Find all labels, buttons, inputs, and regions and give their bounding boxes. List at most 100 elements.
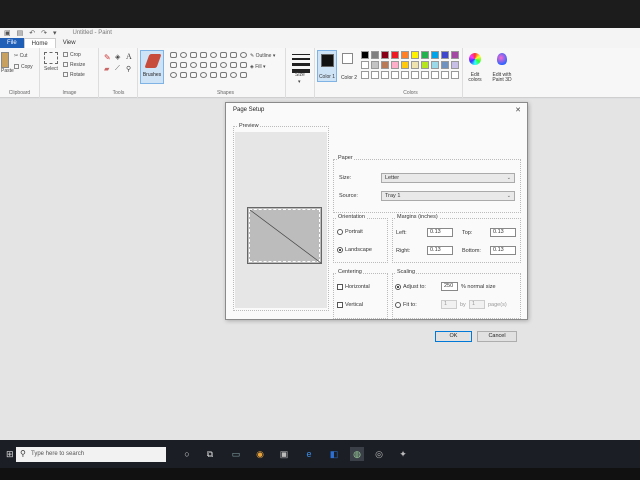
fit-width-input[interactable]: 1	[441, 300, 457, 309]
chevron-down-icon: ⌄	[506, 175, 511, 181]
color2-button[interactable]: Color 2	[340, 50, 358, 82]
landscape-radio[interactable]	[337, 247, 343, 253]
outline-label: Outline	[255, 53, 272, 59]
edit-colors-button[interactable]: Edit colors	[464, 50, 486, 84]
shape-icon[interactable]	[230, 62, 237, 68]
ok-button[interactable]: OK	[435, 331, 472, 342]
margin-bottom-input[interactable]: 0.13	[490, 246, 516, 255]
margin-right-input[interactable]: 0.13	[427, 246, 453, 255]
task-view-icon[interactable]: ⧉	[203, 447, 217, 461]
fit-to-radio[interactable]	[395, 302, 401, 308]
shape-icon[interactable]	[220, 72, 227, 78]
customize-dropdown-icon[interactable]: ▾	[53, 29, 57, 37]
shape-icon[interactable]	[190, 72, 197, 78]
file-explorer-icon[interactable]: ▭	[229, 447, 243, 461]
store-icon[interactable]: ▣	[277, 447, 291, 461]
adjust-to-radio[interactable]	[395, 284, 401, 290]
shape-icon[interactable]	[180, 72, 187, 78]
text-tool-icon[interactable]: A	[126, 52, 132, 61]
shape-icon[interactable]	[170, 62, 177, 68]
paint-taskbar-icon[interactable]: ◍	[350, 447, 364, 461]
fit-by-label: by	[460, 302, 466, 308]
color2-label: Color 2	[340, 75, 358, 81]
shape-icon[interactable]	[230, 72, 237, 78]
size-group[interactable]: Size ▾	[287, 48, 315, 98]
normal-size-label: % normal size	[461, 284, 496, 290]
rotate-button[interactable]: Rotate	[63, 72, 85, 78]
select-button[interactable]: Select	[44, 52, 58, 72]
window-title: Untitled - Paint	[72, 30, 112, 36]
paste-button[interactable]: Paste	[1, 52, 14, 74]
shape-icon[interactable]	[200, 52, 207, 58]
fit-height-input[interactable]: 1	[469, 300, 485, 309]
close-icon[interactable]: ✕	[515, 106, 521, 114]
margins-frame	[392, 218, 521, 263]
redo-icon[interactable]: ↷	[41, 29, 47, 37]
save-icon[interactable]: ▤	[17, 29, 24, 37]
tab-view[interactable]: View	[56, 38, 83, 48]
shape-icon[interactable]	[240, 72, 247, 78]
edge-icon[interactable]: e	[302, 447, 316, 461]
shape-icon[interactable]	[180, 62, 187, 68]
search-icon: ⚲	[20, 449, 26, 458]
shape-icon[interactable]	[220, 52, 227, 58]
color1-label: Color 1	[318, 74, 336, 80]
resize-button[interactable]: Resize	[63, 62, 85, 68]
chrome-icon[interactable]: ◉	[253, 447, 267, 461]
paper-size-value: Letter	[385, 175, 400, 181]
shape-icon[interactable]	[190, 62, 197, 68]
shape-icon[interactable]	[240, 62, 247, 68]
cortana-icon[interactable]: ○	[180, 447, 194, 461]
vertical-checkbox[interactable]	[337, 302, 343, 308]
shape-icon[interactable]	[180, 52, 187, 58]
start-icon[interactable]: ⊞	[6, 449, 14, 460]
shape-icon[interactable]	[240, 52, 247, 58]
copy-button[interactable]: Copy	[14, 64, 33, 70]
margin-top-input[interactable]: 0.13	[490, 228, 516, 237]
shapes-gallery[interactable]	[170, 52, 248, 82]
portrait-radio[interactable]	[337, 229, 343, 235]
margin-left-input[interactable]: 0.13	[427, 228, 453, 237]
shape-icon[interactable]	[170, 72, 177, 78]
magnifier-icon[interactable]: ⚲	[126, 65, 131, 73]
shape-icon[interactable]	[170, 52, 177, 58]
color1-button[interactable]: Color 1	[317, 50, 337, 82]
fill-bucket-icon[interactable]: ◈	[115, 53, 120, 61]
paper-size-select[interactable]: Letter ⌄	[381, 173, 515, 183]
paper-source-select[interactable]: Tray 1 ⌄	[381, 191, 515, 201]
color-picker-icon[interactable]: ⟋	[115, 65, 120, 73]
crop-button[interactable]: Crop	[63, 52, 81, 58]
tab-home[interactable]: Home	[23, 38, 56, 48]
tools-group-label: Tools	[112, 90, 125, 96]
tab-file[interactable]: File	[0, 38, 24, 48]
outline-dropdown[interactable]: ✎ Outline ▾	[250, 53, 275, 59]
shape-icon[interactable]	[190, 52, 197, 58]
outlook-icon[interactable]: ◧	[327, 447, 341, 461]
shape-icon[interactable]	[210, 52, 217, 58]
app-taskbar-icon[interactable]: ◎	[372, 447, 386, 461]
pencil-icon[interactable]: ✎	[104, 53, 111, 62]
horizontal-label: Horizontal	[345, 284, 370, 290]
undo-icon[interactable]: ↶	[29, 29, 35, 37]
shape-icon[interactable]	[200, 62, 207, 68]
shape-icon[interactable]	[220, 62, 227, 68]
clipboard-group-label: Clipboard	[8, 90, 31, 96]
title-bar: ▣ ▤ ↶ ↷ ▾ Untitled - Paint	[0, 28, 640, 38]
fill-dropdown[interactable]: ◈ Fill ▾	[250, 64, 266, 70]
extra-taskbar-icon[interactable]: ✦	[396, 447, 410, 461]
cancel-button[interactable]: Cancel	[477, 331, 517, 342]
cut-button[interactable]: ✂ Cut	[14, 53, 27, 59]
taskbar-search[interactable]: ⚲ Type here to search	[16, 447, 166, 462]
resize-icon	[63, 62, 68, 68]
horizontal-checkbox[interactable]	[337, 284, 343, 290]
brushes-button[interactable]: Brushes	[140, 50, 164, 84]
shape-icon[interactable]	[200, 72, 207, 78]
eraser-icon[interactable]: ▰	[104, 65, 109, 73]
edit-with-paint3d-button[interactable]: Edit with Paint 3D	[488, 50, 516, 84]
paper-frame	[333, 159, 521, 213]
shape-icon[interactable]	[210, 62, 217, 68]
shape-icon[interactable]	[230, 52, 237, 58]
adjust-to-input[interactable]: 250	[441, 282, 458, 291]
rotate-label: Rotate	[70, 72, 85, 78]
shape-icon[interactable]	[210, 72, 217, 78]
